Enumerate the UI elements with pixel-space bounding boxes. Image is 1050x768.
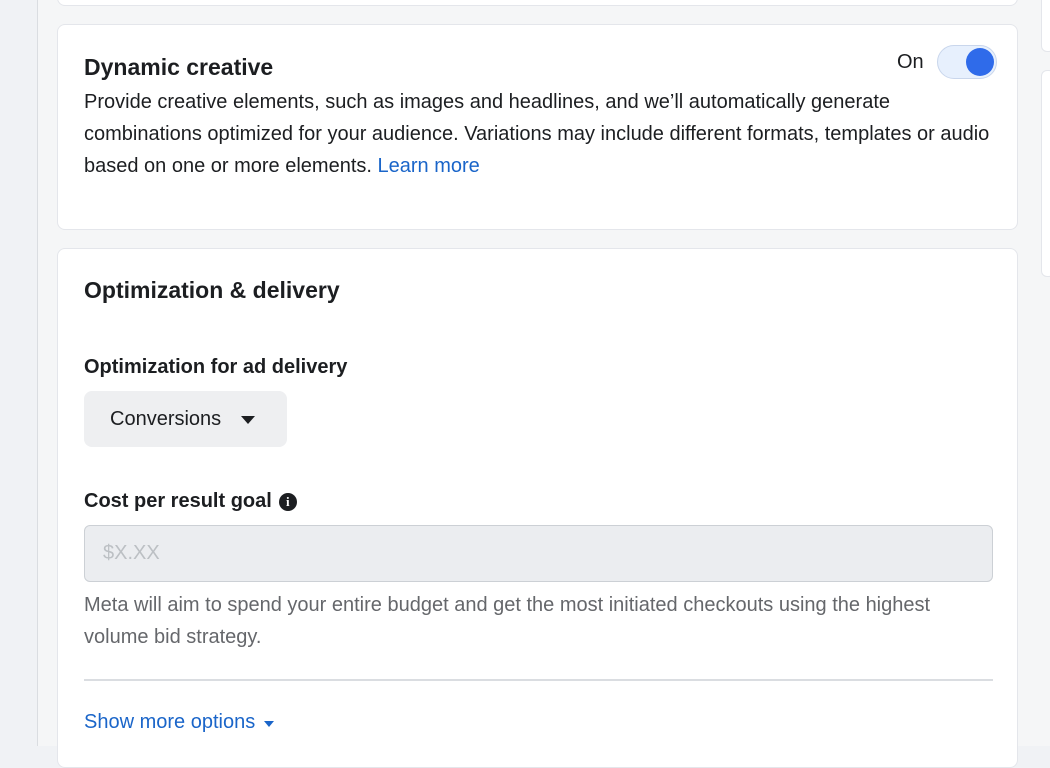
right-panel-edge	[1041, 70, 1050, 277]
learn-more-link[interactable]: Learn more	[378, 155, 480, 177]
help-text: Meta will aim to spend your entire budge…	[84, 594, 931, 648]
show-more-options-link[interactable]: Show more options	[84, 711, 275, 734]
description-text: Provide creative elements, such as image…	[84, 91, 990, 177]
dynamic-creative-card: Dynamic creative On Provide creative ele…	[57, 24, 1018, 230]
cost-goal-label-text: Cost per result goal	[84, 490, 272, 512]
cost-goal-label: Cost per result goal i	[84, 490, 297, 513]
caret-down-icon	[264, 720, 275, 727]
optimization-dropdown[interactable]: Conversions	[84, 391, 287, 447]
right-panel-edge	[1041, 0, 1050, 52]
delivery-label: Optimization for ad delivery	[84, 356, 347, 379]
delivery-label-text: Optimization for ad delivery	[84, 356, 348, 378]
toggle-knob	[966, 48, 994, 76]
show-more-text: Show more options	[84, 711, 256, 733]
toggle-label: On	[897, 51, 924, 73]
optimization-title: Optimization & delivery	[84, 277, 340, 303]
divider	[84, 679, 993, 681]
dynamic-creative-description: Provide creative elements, such as image…	[84, 86, 994, 182]
dynamic-creative-title: Dynamic creative	[84, 54, 274, 80]
cost-per-result-input[interactable]	[84, 525, 993, 582]
optimization-delivery-card: Optimization & delivery Optimization for…	[57, 248, 1018, 768]
dropdown-value: Conversions	[110, 407, 222, 430]
previous-section-card	[57, 0, 1018, 6]
left-gutter	[0, 0, 38, 746]
info-icon[interactable]: i	[278, 492, 297, 511]
chevron-down-icon	[241, 416, 256, 424]
dynamic-creative-toggle[interactable]	[937, 45, 997, 79]
